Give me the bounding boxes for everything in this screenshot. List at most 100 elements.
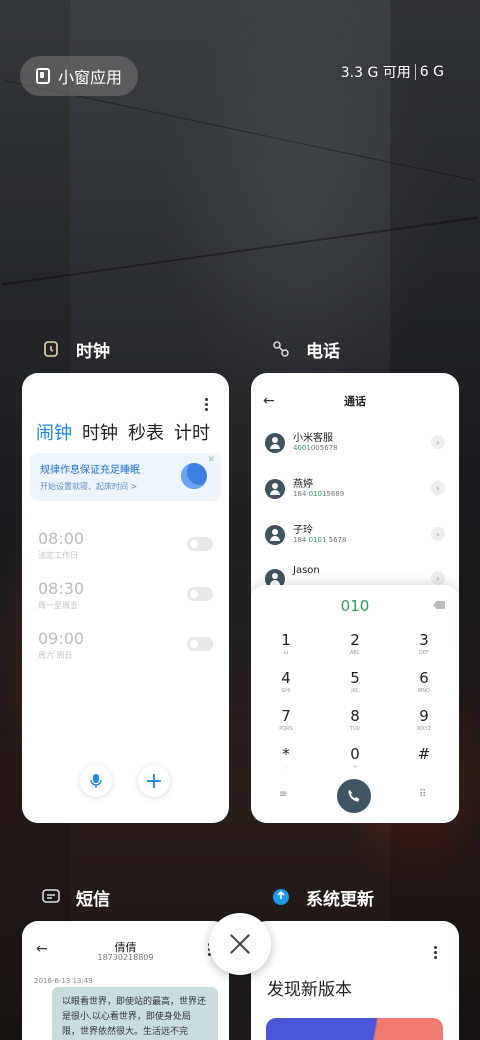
update-heading: 发现新版本 (267, 980, 352, 1000)
close-icon (229, 933, 251, 955)
tab-stopwatch[interactable]: 秒表 (128, 419, 164, 445)
contact-item[interactable]: 子玲 184 0101 5678 › (263, 519, 447, 553)
chevron-right-icon[interactable]: › (431, 435, 445, 449)
dial-key-digit: 4 (281, 669, 291, 687)
chevron-right-icon[interactable]: › (431, 571, 445, 585)
dial-key-2[interactable]: 2 ABC (335, 631, 375, 656)
dial-key-8[interactable]: 8 TUV (335, 707, 375, 732)
contact-item[interactable]: 小米客服 4001005678 › (263, 427, 447, 461)
contact-number-match: 0101 (308, 536, 327, 544)
dial-key-letters: PQRS (279, 726, 293, 732)
app-label-update[interactable]: 系统更新 (268, 884, 374, 910)
message-bubble[interactable]: 以眼看世界，即使站的最高，世界还是很小.以心看世界，即使身处局限，世界依然很大。… (52, 987, 218, 1040)
chevron-right-icon[interactable]: › (431, 527, 445, 541)
dial-key-letters: MNO (418, 688, 430, 694)
sms-app-icon (38, 884, 64, 910)
dial-key-digit: 9 (419, 707, 429, 725)
alarm-toggle[interactable] (187, 537, 213, 551)
contact-number-match: 400 (293, 444, 307, 452)
memory-status: 3.3 G 可用 6 G (341, 62, 444, 82)
moon-icon (181, 463, 207, 489)
alarm-repeat: 周六 周日 (38, 651, 73, 660)
sms-contact-number: 18730218809 (97, 953, 154, 962)
clock-more-icon[interactable] (205, 398, 209, 411)
update-banner-graphic (266, 1018, 443, 1040)
sms-date: 2016-6-13 13:49 (34, 977, 93, 985)
dial-key-0[interactable]: 0 + (335, 745, 375, 770)
clock-app-card[interactable]: 闹钟 时钟 秒表 计时 规律作息保证充足睡眠 开始设置就寝、起床时间 > ✕ 0… (22, 373, 229, 823)
alarm-item[interactable]: 09:00 周六 周日 (38, 629, 84, 661)
dial-key-letters: JKL (351, 688, 359, 694)
add-alarm-button[interactable]: + (138, 765, 170, 797)
dial-key-1[interactable]: 1ω (266, 631, 306, 656)
app-label-clock[interactable]: 时钟 (38, 336, 110, 362)
app-label-sms[interactable]: 短信 (38, 884, 110, 910)
update-more-icon[interactable] (434, 946, 438, 959)
phone-call-icon (348, 790, 360, 802)
memory-available: 3.3 G 可用 (340, 65, 411, 81)
sms-app-card[interactable]: ← 倩倩 18730218809 2016-6-13 13:49 以眼看世界，即… (22, 921, 229, 1040)
contact-name: 小米客服 (293, 433, 333, 444)
dial-key-digit: 2 (350, 631, 360, 649)
dial-key-5[interactable]: 5 JKL (335, 669, 375, 694)
voice-alarm-button[interactable] (80, 765, 112, 797)
avatar (265, 479, 285, 499)
alarm-repeat: 周一至周五 (38, 601, 78, 610)
alarm-time: 08:00 (38, 529, 85, 548)
phone-app-card[interactable]: ← 通话 小米客服 4001005678 › 燕婷 184 01015689 ›… (251, 373, 459, 823)
dial-key-digit: 0 (350, 745, 360, 763)
update-app-card[interactable]: 发现新版本 (251, 921, 459, 1040)
window-icon (36, 68, 50, 84)
dial-key-letters: ω (283, 650, 289, 656)
contact-item[interactable]: 燕婷 184 01015689 › (263, 473, 447, 507)
floating-window-label: 小窗应用 (58, 68, 123, 87)
alarm-item[interactable]: 08:00 法定工作日 (38, 529, 84, 561)
dialpad-icon[interactable]: ⠿ (419, 789, 426, 800)
dial-key-digit: 6 (419, 669, 429, 687)
call-button[interactable] (337, 779, 371, 813)
phone-title: 通话 (344, 395, 366, 408)
floating-window-button[interactable]: 小窗应用 (20, 56, 138, 96)
tab-clock[interactable]: 时钟 (82, 419, 118, 445)
dial-key-4[interactable]: 4 GHI (266, 669, 306, 694)
dial-key-letters: DEF (419, 650, 429, 656)
dial-key-6[interactable]: 6 MNO (404, 669, 444, 694)
chevron-right-icon[interactable]: › (431, 481, 445, 495)
phone-app-icon (268, 336, 294, 362)
sleep-banner[interactable]: 规律作息保证充足睡眠 开始设置就寝、起床时间 > ✕ (30, 453, 221, 501)
clock-tab-bar: 闹钟 时钟 秒表 计时 (36, 419, 210, 445)
dial-key-letters: TUV (349, 726, 361, 732)
dial-key-letters: GHI (281, 688, 291, 694)
contact-name: Jason (293, 565, 320, 576)
alarm-toggle[interactable] (187, 587, 213, 601)
dial-key-digit: 3 (419, 631, 429, 649)
dial-key-digit: * (282, 745, 290, 763)
menu-icon[interactable]: ≡ (279, 789, 287, 800)
clear-all-button[interactable] (209, 913, 271, 975)
dial-key-star[interactable]: *, (266, 745, 306, 770)
dial-key-letters: + (352, 764, 358, 770)
clock-app-icon (38, 336, 64, 362)
app-label-clock-text: 时钟 (76, 341, 110, 362)
contact-number-prefix: 184 (293, 490, 309, 498)
dial-key-7[interactable]: 7 PQRS (266, 707, 306, 732)
alarm-time: 09:00 (38, 629, 85, 648)
app-label-phone[interactable]: 电话 (268, 336, 340, 362)
dial-key-digit: 8 (350, 707, 360, 725)
contact-name: 燕婷 (293, 479, 313, 490)
app-label-sms-text: 短信 (76, 889, 110, 910)
microphone-icon (90, 774, 102, 788)
dial-key-hash[interactable]: # (404, 745, 444, 764)
alarm-item[interactable]: 08:30 周一至周五 (38, 579, 84, 611)
dial-entry[interactable]: 010 (251, 597, 459, 615)
tab-alarm[interactable]: 闹钟 (36, 419, 72, 445)
alarm-toggle[interactable] (187, 637, 213, 651)
contact-name: 子玲 (293, 525, 313, 536)
dial-key-3[interactable]: 3 DEF (404, 631, 444, 656)
update-app-icon (268, 884, 294, 910)
dialpad: 010 1ω 2 ABC 3 DEF 4 GHI 5 JKL 6 MNO 7 PQRS 8T… (251, 585, 459, 823)
dial-key-9[interactable]: 9 WXYZ (404, 707, 444, 732)
tab-timer[interactable]: 计时 (174, 419, 210, 445)
close-icon[interactable]: ✕ (207, 455, 215, 465)
dial-key-letters: ABC (349, 650, 361, 656)
